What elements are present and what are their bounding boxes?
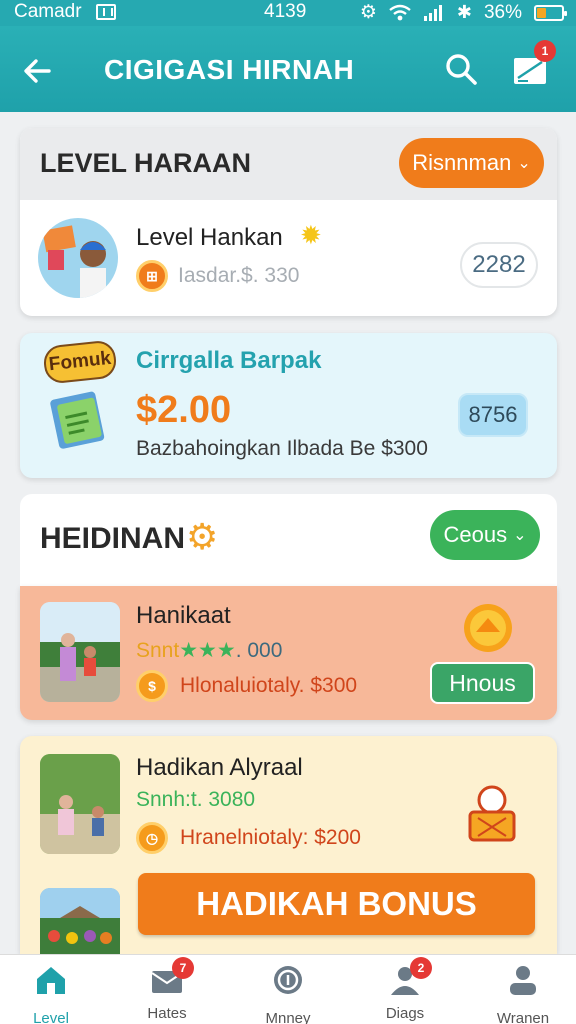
money-icon xyxy=(274,966,302,994)
users-icon-wrap: 2 xyxy=(388,957,432,997)
bonus-claim-button[interactable]: HADIKAH BONUS xyxy=(138,873,535,935)
level-count: 2282 xyxy=(472,251,526,278)
carrier-name: Camadr xyxy=(14,1,82,22)
level-item-subtitle: Iasdar.$. 330 xyxy=(178,264,300,287)
bonus-button[interactable]: Hnous xyxy=(430,662,535,704)
level-item-title: Level Hankan xyxy=(136,224,283,251)
bottom-navigation: Level 7 Hates Mnney 2 Diags Wranen xyxy=(0,954,576,1024)
sun-reward-icon xyxy=(464,604,512,652)
signal-icon xyxy=(423,4,442,21)
rewards-section-title: HEIDINAN xyxy=(40,522,186,555)
promo-logo: Fomuk xyxy=(42,339,118,385)
home-icon xyxy=(37,967,65,994)
playground-photo-icon xyxy=(40,754,120,854)
search-icon[interactable] xyxy=(444,52,478,86)
promo-description: Bazbahoingkan Ilbada Be $300 xyxy=(136,437,428,460)
reward-item-1-sub-value: . 000 xyxy=(235,639,283,662)
promo-title: Cirrgalla Barpak xyxy=(136,347,322,374)
level-dropdown-label: Risnnman xyxy=(412,150,512,175)
promo-count-chip: 8756 xyxy=(458,393,528,437)
page-title: CIGIGASI HIRNAH xyxy=(104,54,355,85)
rewards-header: HEIDINAN ⚙ Ceous ⌄ xyxy=(20,494,557,586)
reward-item-1[interactable]: Hanikaat Snnt★★★. 000 $ Hlonaluiotaly. $… xyxy=(20,586,557,720)
reward-item-1-subline: Snnt★★★. 000 xyxy=(136,638,282,663)
nav-item-wranen[interactable]: Wranen xyxy=(473,963,573,1024)
reward-item-2-detail: Hranelniotaly: $200 xyxy=(180,826,361,849)
nav-label: Diags xyxy=(385,1005,425,1022)
reward-item-2-title: Hadikan Alyraal xyxy=(136,754,303,781)
promo-card[interactable]: Fomuk Cirrgalla Barpak $2.00 Bazbahoingk… xyxy=(20,333,557,478)
chevron-down-icon: ⌄ xyxy=(517,155,531,172)
reward-item-1-stars: ★★★ xyxy=(179,639,236,662)
nav-item-level[interactable]: Level xyxy=(1,963,101,1024)
bonus-claim-label: HADIKAH BONUS xyxy=(196,885,477,922)
level-card-header: LEVEL HARAAN Risnnman ⌄ xyxy=(20,128,557,200)
level-dropdown-button[interactable]: Risnnman ⌄ xyxy=(399,138,544,188)
nav-label: Hates xyxy=(147,1005,187,1022)
promo-amount: $2.00 xyxy=(136,389,232,431)
reward-item-2-subline: Snnh:t. 3080 xyxy=(136,788,256,811)
nav-item-money[interactable]: Mnney xyxy=(238,963,338,1024)
nav-label: Mnney xyxy=(265,1010,311,1024)
level-avatar xyxy=(38,218,118,298)
child-illustration-icon xyxy=(42,225,106,298)
reward-item-2[interactable]: Hadikan Alyraal Snnh:t. 3080 ◷ Hranelnio… xyxy=(20,736,557,954)
rewards-card: HEIDINAN ⚙ Ceous ⌄ Hanikaat Snnt★★★. 000… xyxy=(20,494,557,954)
level-section-title: LEVEL HARAAN xyxy=(40,148,252,178)
nav-label: Wranen xyxy=(496,1010,550,1024)
nav-item-diags[interactable]: 2 Diags xyxy=(355,957,455,1022)
level-count-chip: 2282 xyxy=(460,242,538,288)
nav-item-hates[interactable]: 7 Hates xyxy=(117,957,217,1022)
nav-label: Level xyxy=(33,1010,69,1024)
reward-item-1-title: Hanikaat xyxy=(136,602,231,629)
diags-badge: 2 xyxy=(410,957,432,979)
bluetooth-icon: ✱ xyxy=(456,2,472,22)
sim-card-icon xyxy=(95,4,116,20)
sun-badge-icon: ✹ xyxy=(300,220,322,250)
people-photo-icon xyxy=(40,602,120,702)
settings-gear-icon: ⚙ xyxy=(359,2,377,23)
app-bar: CIGIGASI HIRNAH 1 xyxy=(0,26,576,112)
coin-icon: $ xyxy=(136,670,168,702)
wifi-icon xyxy=(389,4,411,20)
reward-item-3-thumbnail xyxy=(40,888,120,954)
gear-badge-icon: ⚙ xyxy=(186,516,219,557)
clipboard-note-icon xyxy=(50,391,105,449)
coin-icon: ◷ xyxy=(136,822,168,854)
bonus-button-label: Hnous xyxy=(449,669,516,696)
mail-icon-wrap: 7 xyxy=(150,957,194,997)
reward-item-1-detail: Hlonaluiotaly. $300 xyxy=(180,674,358,697)
chevron-down-icon: ⌄ xyxy=(513,527,527,544)
basket-reward-icon xyxy=(468,785,516,842)
messages-button[interactable]: 1 xyxy=(512,40,556,86)
reward-item-2-thumbnail xyxy=(40,754,120,854)
message-count-badge: 1 xyxy=(534,40,556,62)
reward-item-1-sub-prefix: Snnt xyxy=(136,639,180,662)
hates-badge: 7 xyxy=(172,957,194,979)
level-card: LEVEL HARAAN Risnnman ⌄ Level Hankan ✹ ⊞… xyxy=(20,128,557,316)
coin-icon: ⊞ xyxy=(136,260,168,292)
clock: 4139 xyxy=(264,1,307,22)
status-bar: Camadr 4139 ⚙ ✱ 36% xyxy=(0,0,576,26)
promo-logo-text: Fomuk xyxy=(47,347,113,376)
person-icon xyxy=(510,966,536,995)
back-arrow-icon[interactable] xyxy=(22,56,52,86)
battery-percent: 36% xyxy=(483,1,522,23)
promo-count: 8756 xyxy=(468,402,518,427)
rewards-dropdown-button[interactable]: Ceous ⌄ xyxy=(430,510,540,560)
rewards-dropdown-label: Ceous xyxy=(443,522,508,547)
battery-icon xyxy=(534,4,567,21)
reward-item-1-thumbnail xyxy=(40,602,120,702)
crowd-photo-icon xyxy=(40,888,120,954)
